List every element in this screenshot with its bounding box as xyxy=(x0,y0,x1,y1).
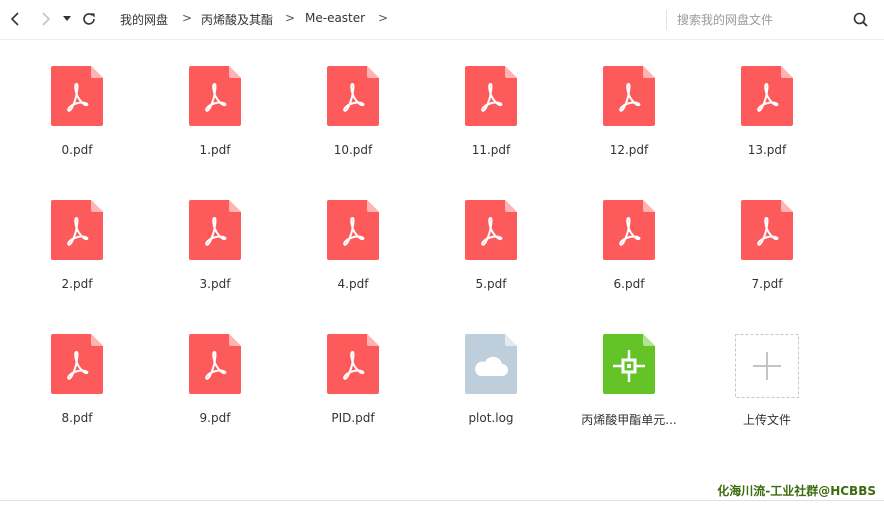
file-name: 11.pdf xyxy=(471,143,511,157)
file-item[interactable]: 12.pdf xyxy=(564,66,694,176)
file-name: 10.pdf xyxy=(333,143,373,157)
pdf-file-icon xyxy=(741,66,793,126)
file-icon xyxy=(327,200,379,260)
file-name: 7.pdf xyxy=(751,277,783,291)
file-item[interactable]: 2.pdf xyxy=(12,200,142,310)
chevron-left-icon xyxy=(10,12,19,26)
upload-label: 上传文件 xyxy=(742,413,791,427)
caret-down-icon xyxy=(63,16,71,21)
file-icon xyxy=(741,66,793,126)
refresh-button[interactable] xyxy=(78,8,100,30)
pdf-file-icon xyxy=(741,200,793,260)
file-name: 3.pdf xyxy=(199,277,231,291)
file-item[interactable]: 6.pdf xyxy=(564,200,694,310)
file-item[interactable]: 1.pdf xyxy=(150,66,280,176)
breadcrumb-item-folder[interactable]: 丙烯酸及其酯 xyxy=(201,11,273,28)
file-item[interactable]: 7.pdf xyxy=(702,200,832,310)
forward-button[interactable] xyxy=(34,8,56,30)
search-button[interactable] xyxy=(851,10,871,30)
file-name: 1.pdf xyxy=(199,143,231,157)
search-icon xyxy=(853,12,868,27)
file-name: 8.pdf xyxy=(61,411,93,425)
file-icon xyxy=(603,334,655,394)
breadcrumb-item-home[interactable]: 我的网盘 xyxy=(120,11,168,28)
pdf-file-icon xyxy=(51,334,103,394)
file-icon xyxy=(465,200,517,260)
file-icon xyxy=(189,334,241,394)
pdf-file-icon xyxy=(327,200,379,260)
file-icon xyxy=(51,66,103,126)
search-input[interactable] xyxy=(677,9,837,31)
file-item[interactable]: 5.pdf xyxy=(426,200,556,310)
bottom-divider xyxy=(0,500,884,501)
history-dropdown-button[interactable] xyxy=(58,8,76,30)
file-name: PID.pdf xyxy=(331,411,375,425)
plus-icon xyxy=(735,334,799,398)
breadcrumb-separator: > xyxy=(285,11,296,25)
pdf-file-icon xyxy=(465,66,517,126)
file-name: 9.pdf xyxy=(199,411,231,425)
file-name: 12.pdf xyxy=(609,143,649,157)
file-name: 2.pdf xyxy=(61,277,93,291)
file-icon xyxy=(327,66,379,126)
pdf-file-icon xyxy=(51,200,103,260)
breadcrumb-item-current[interactable]: Me-easter xyxy=(305,11,365,25)
file-item[interactable]: PID.pdf xyxy=(288,334,418,444)
file-item[interactable]: 4.pdf xyxy=(288,200,418,310)
upload-tile xyxy=(735,334,799,398)
pdf-file-icon xyxy=(603,200,655,260)
file-icon xyxy=(189,200,241,260)
file-icon xyxy=(603,66,655,126)
cad-file-icon xyxy=(603,334,655,394)
search-divider xyxy=(666,10,667,30)
file-name: 6.pdf xyxy=(613,277,645,291)
file-item[interactable]: 3.pdf xyxy=(150,200,280,310)
file-name: 13.pdf xyxy=(747,143,787,157)
file-icon xyxy=(465,66,517,126)
pdf-file-icon xyxy=(189,334,241,394)
file-item[interactable]: plot.log xyxy=(426,334,556,444)
refresh-icon xyxy=(83,13,95,25)
file-name: plot.log xyxy=(468,411,514,425)
file-icon xyxy=(51,334,103,394)
pdf-file-icon xyxy=(189,66,241,126)
pdf-file-icon xyxy=(189,200,241,260)
file-name: 4.pdf xyxy=(337,277,369,291)
back-button[interactable] xyxy=(5,8,27,30)
file-icon xyxy=(51,200,103,260)
file-item[interactable]: 9.pdf xyxy=(150,334,280,444)
file-item[interactable]: 11.pdf xyxy=(426,66,556,176)
pdf-file-icon xyxy=(327,334,379,394)
file-item[interactable]: 0.pdf xyxy=(12,66,142,176)
chevron-right-icon xyxy=(42,12,51,26)
file-icon xyxy=(189,66,241,126)
watermark: 化海川流-工业社群@HCBBS xyxy=(717,484,876,498)
file-name: 5.pdf xyxy=(475,277,507,291)
pdf-file-icon xyxy=(603,66,655,126)
cloud-file-icon xyxy=(465,334,517,394)
file-item[interactable]: 8.pdf xyxy=(12,334,142,444)
pdf-file-icon xyxy=(465,200,517,260)
toolbar: 我的网盘 > 丙烯酸及其酯 > Me-easter > xyxy=(0,0,884,40)
upload-file-button[interactable]: 上传文件 xyxy=(702,334,832,444)
file-name: 丙烯酸甲酯单元... xyxy=(581,413,677,427)
file-name: 0.pdf xyxy=(61,143,93,157)
file-item[interactable]: 13.pdf xyxy=(702,66,832,176)
file-item[interactable]: 10.pdf xyxy=(288,66,418,176)
file-item[interactable]: 丙烯酸甲酯单元... xyxy=(564,334,694,444)
pdf-file-icon xyxy=(327,66,379,126)
file-icon xyxy=(741,200,793,260)
breadcrumb-separator: > xyxy=(378,11,389,25)
pdf-file-icon xyxy=(51,66,103,126)
file-icon xyxy=(327,334,379,394)
file-icon xyxy=(465,334,517,394)
file-icon xyxy=(603,200,655,260)
breadcrumb-separator: > xyxy=(182,11,193,25)
